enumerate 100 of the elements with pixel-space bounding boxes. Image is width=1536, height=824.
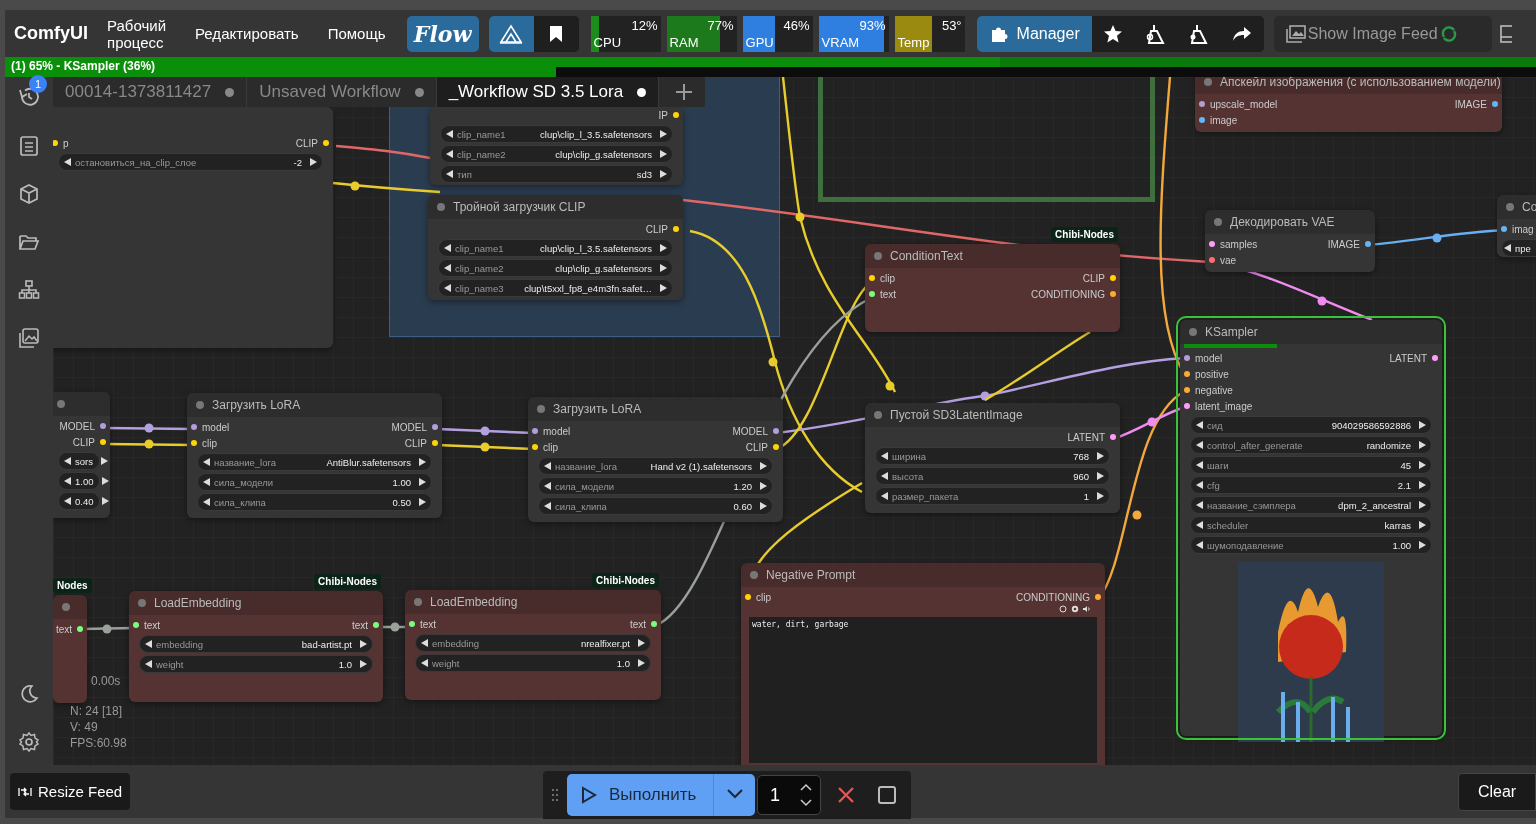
input-slot[interactable]: clip: [865, 272, 895, 284]
decrement-icon[interactable]: [800, 799, 812, 807]
manager-button[interactable]: Manager: [976, 15, 1092, 52]
decrement-arrow-icon[interactable]: [881, 472, 888, 480]
increment-arrow-icon[interactable]: [1419, 441, 1426, 449]
collapse-dot-icon[interactable]: [537, 405, 545, 413]
decrement-arrow-icon[interactable]: [421, 639, 428, 647]
node-widget[interactable]: название_lora AntiBlur.safetensors: [197, 453, 432, 471]
show-image-feed-button[interactable]: Show Image Feed: [1273, 15, 1492, 52]
increment-arrow-icon[interactable]: [360, 640, 367, 648]
decrement-arrow-icon[interactable]: [203, 478, 210, 486]
collapse-dot-icon[interactable]: [1506, 203, 1514, 211]
input-slot[interactable]: clip: [187, 437, 217, 449]
drag-handle-icon[interactable]: [551, 787, 559, 803]
decrement-arrow-icon[interactable]: [446, 150, 453, 158]
node-widget[interactable]: clip_name2 clup\clip_g.safetensors: [440, 145, 673, 163]
node-widget[interactable]: сила_модели 1.00: [197, 473, 432, 491]
output-slot[interactable]: LATENT: [1389, 352, 1442, 364]
increment-arrow-icon[interactable]: [1097, 472, 1104, 480]
input-slot[interactable]: clip: [741, 591, 771, 603]
graph-node[interactable]: Загрузить LoRA model MODEL clip CLIP название_lora AntiBlur.safetensors сила_модели 1.00 сила_клипа 0.50: [187, 393, 442, 518]
node-widget[interactable]: clip_name2 clup\clip_g.safetensors: [438, 259, 673, 277]
node-widget[interactable]: название_lora Hand v2 (1).safetensors: [538, 457, 773, 475]
input-slot[interactable]: vae: [1205, 254, 1237, 266]
node-widget[interactable]: сила_клипа 0.50: [197, 493, 432, 511]
graph-node[interactable]: Negative Prompt clip CONDITIONING water, dirt, garbage: [741, 563, 1105, 765]
collapse-dot-icon[interactable]: [1189, 328, 1197, 336]
output-slot[interactable]: CLIP: [645, 223, 683, 235]
node-widget[interactable]: ширина 768: [875, 447, 1110, 465]
increment-arrow-icon[interactable]: [760, 482, 767, 490]
node-widget[interactable]: пре: [1501, 239, 1536, 257]
output-slot[interactable]: CLIP: [745, 441, 783, 453]
input-slot[interactable]: imag: [1497, 223, 1534, 235]
increment-arrow-icon[interactable]: [1419, 481, 1426, 489]
history-button[interactable]: 1: [17, 75, 49, 109]
increment-arrow-icon[interactable]: [638, 639, 645, 647]
input-slot[interactable]: p: [53, 137, 69, 149]
circle-icon[interactable]: [1059, 605, 1067, 613]
collapse-dot-icon[interactable]: [874, 252, 882, 260]
collapse-dot-icon[interactable]: [750, 571, 758, 579]
cube-icon[interactable]: [18, 183, 40, 205]
decrement-arrow-icon[interactable]: [203, 458, 210, 466]
collapse-dot-icon[interactable]: [437, 203, 445, 211]
decrement-arrow-icon[interactable]: [64, 477, 71, 485]
clear-button[interactable]: Clear: [1458, 772, 1536, 811]
output-slot[interactable]: MODEL: [391, 421, 442, 433]
increment-arrow-icon[interactable]: [1419, 521, 1426, 529]
decrement-arrow-icon[interactable]: [1196, 441, 1203, 449]
moon-icon[interactable]: [18, 683, 40, 705]
menu-item[interactable]: Рабочий процесс: [107, 16, 175, 51]
output-slot[interactable]: IP: [658, 109, 683, 121]
decrement-arrow-icon[interactable]: [881, 492, 888, 500]
workflow-tab[interactable]: Unsaved Workflow: [247, 77, 437, 107]
node-widget[interactable]: сид 904029586592886: [1190, 416, 1432, 434]
resize-feed-button[interactable]: Resize Feed: [10, 773, 131, 810]
increment-arrow-icon[interactable]: [660, 244, 667, 252]
prompt-text-area[interactable]: water, dirt, garbage: [749, 617, 1097, 763]
output-slot[interactable]: CONDITIONING: [1031, 288, 1120, 300]
graph-node[interactable]: Co imag пре: [1497, 195, 1536, 257]
close-icon[interactable]: [837, 786, 855, 804]
decrement-arrow-icon[interactable]: [145, 660, 152, 668]
graph-node[interactable]: Пустой SD3LatentImage LATENT ширина 768 высота 960 размер_пакета 1: [865, 403, 1120, 513]
decrement-arrow-icon[interactable]: [145, 640, 152, 648]
decrement-arrow-icon[interactable]: [544, 482, 551, 490]
stop-square-icon[interactable]: [877, 785, 897, 805]
decrement-arrow-icon[interactable]: [544, 462, 551, 470]
increment-arrow-icon[interactable]: [760, 462, 767, 470]
panel-icon[interactable]: [1499, 24, 1512, 43]
decrement-arrow-icon[interactable]: [64, 457, 71, 465]
increment-arrow-icon[interactable]: [1097, 452, 1104, 460]
decrement-arrow-icon[interactable]: [1196, 521, 1203, 529]
images-icon[interactable]: [18, 327, 40, 349]
output-slot[interactable]: text: [351, 619, 383, 631]
increment-arrow-icon[interactable]: [1097, 492, 1104, 500]
increment-arrow-icon[interactable]: [1419, 421, 1426, 429]
decrement-arrow-icon[interactable]: [1196, 421, 1203, 429]
increment-arrow-icon[interactable]: [660, 264, 667, 272]
add-tab-icon[interactable]: [675, 83, 694, 101]
increment-arrow-icon[interactable]: [419, 478, 426, 486]
output-slot[interactable]: LATENT: [1067, 431, 1120, 443]
input-slot[interactable]: model: [187, 421, 230, 433]
collapse-dot-icon[interactable]: [414, 598, 422, 606]
increment-arrow-icon[interactable]: [101, 477, 109, 485]
output-slot[interactable]: CLIP: [1082, 272, 1120, 284]
decrement-arrow-icon[interactable]: [444, 244, 451, 252]
collapse-dot-icon[interactable]: [138, 599, 146, 607]
increment-arrow-icon[interactable]: [1419, 541, 1426, 549]
output-slot[interactable]: CLIP: [295, 137, 333, 149]
input-slot[interactable]: image: [1195, 114, 1238, 126]
document-icon[interactable]: [18, 135, 40, 157]
menu-item[interactable]: Помощь: [327, 25, 386, 42]
increment-arrow-icon[interactable]: [760, 502, 767, 510]
node-widget[interactable]: остановиться_на_clip_слое -2: [58, 153, 323, 171]
increment-arrow-icon[interactable]: [310, 158, 317, 166]
graph-node[interactable]: Декодировать VAE samples IMAGE vae: [1205, 210, 1375, 272]
decrement-arrow-icon[interactable]: [446, 130, 453, 138]
batch-count-field[interactable]: 1: [757, 775, 821, 815]
input-slot[interactable]: samples: [1205, 238, 1258, 250]
node-widget[interactable]: weight 1.0: [139, 655, 373, 673]
run-button[interactable]: Выполнить: [567, 774, 713, 816]
